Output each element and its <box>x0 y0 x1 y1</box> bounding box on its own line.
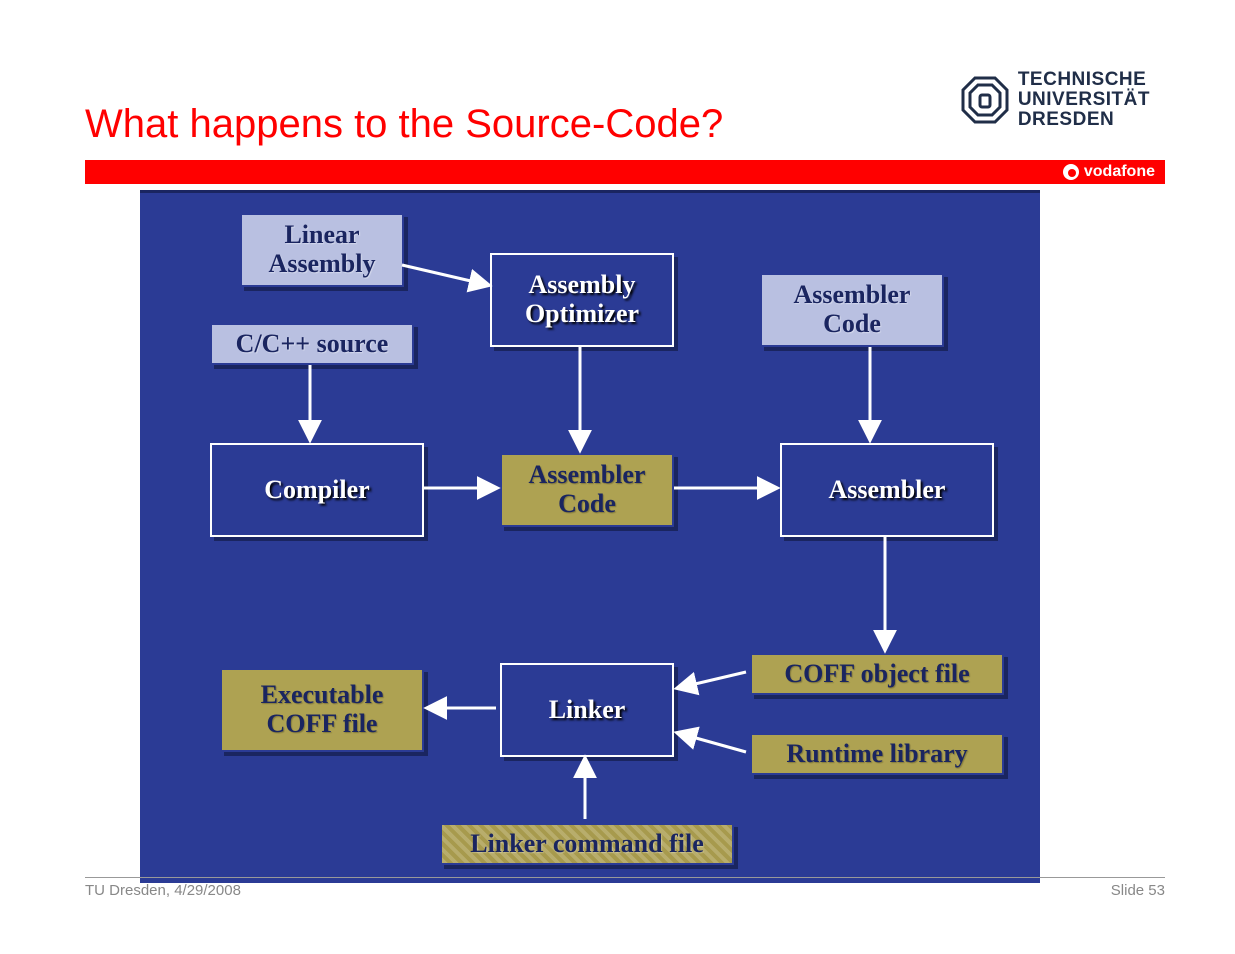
footer-left: TU Dresden, 4/29/2008 <box>85 882 241 899</box>
flow-diagram: Linear Assembly Assembly Optimizer Assem… <box>140 190 1040 883</box>
node-linear-assembly: Linear Assembly <box>240 213 404 287</box>
vodafone-icon <box>1063 164 1079 180</box>
node-assembler: Assembler <box>780 443 994 537</box>
tud-line3: DRESDEN <box>1018 110 1150 130</box>
vodafone-brand: vodafone <box>1058 161 1165 183</box>
header-bar <box>85 160 1165 184</box>
node-assembler-code-mid: Assembler Code <box>500 453 674 527</box>
tud-icon <box>960 75 1010 125</box>
tud-line2: UNIVERSITÄT <box>1018 90 1150 110</box>
tud-line1: TECHNISCHE <box>1018 70 1150 90</box>
node-runtime-library: Runtime library <box>750 733 1004 775</box>
node-assembly-optimizer: Assembly Optimizer <box>490 253 674 347</box>
node-linker-cmd: Linker command file <box>440 823 734 865</box>
node-executable-coff: Executable COFF file <box>220 668 424 752</box>
node-compiler: Compiler <box>210 443 424 537</box>
node-coff-object: COFF object file <box>750 653 1004 695</box>
node-linker: Linker <box>500 663 674 757</box>
vodafone-label: vodafone <box>1084 163 1155 181</box>
footer-right: Slide 53 <box>1111 882 1165 899</box>
page-title: What happens to the Source-Code? <box>85 102 723 147</box>
tud-logo: TECHNISCHE UNIVERSITÄT DRESDEN <box>960 70 1150 130</box>
footer: TU Dresden, 4/29/2008 Slide 53 <box>85 877 1165 899</box>
node-assembler-code-top: Assembler Code <box>760 273 944 347</box>
node-c-cpp-source: C/C++ source <box>210 323 414 365</box>
